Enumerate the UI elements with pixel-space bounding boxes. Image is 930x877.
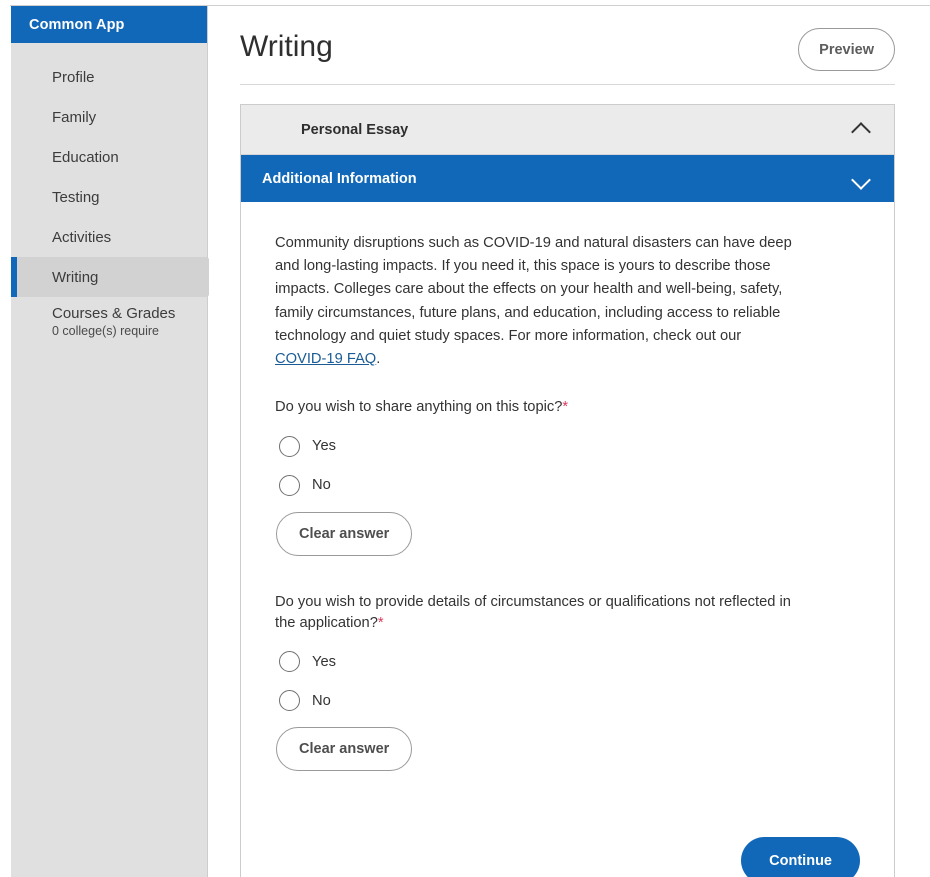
page-title: Writing	[240, 30, 333, 63]
radio-option-label: Yes	[312, 438, 336, 455]
question-label: Do you wish to share anything on this to…	[275, 397, 795, 418]
clear-answer-button[interactable]: Clear answer	[276, 511, 413, 556]
accordion-title-personal-essay: Personal Essay	[301, 121, 409, 138]
radio-circle-icon[interactable]	[279, 690, 300, 712]
required-marker: *	[377, 614, 384, 631]
question-text: Do you wish to share anything on this to…	[275, 399, 563, 416]
radio-option-yes[interactable]: Yes	[275, 427, 860, 466]
accordion-header-personal-essay[interactable]: Personal Essay	[241, 105, 894, 155]
app-window: Common App Profile Family Education Test…	[0, 0, 930, 877]
covid-19-faq-link[interactable]: COVID-19 FAQ	[275, 351, 376, 367]
accordion-header-additional-information[interactable]: Additional Information	[241, 155, 894, 202]
radio-option-no[interactable]: No	[275, 466, 860, 505]
radio-option-yes[interactable]: Yes	[275, 642, 860, 681]
accordion-body-additional-information: Community disruptions such as COVID-19 a…	[241, 202, 894, 877]
radio-option-label: No	[312, 692, 331, 709]
sidebar-item-label: Family	[52, 108, 97, 126]
question-block-additional-details: Do you wish to provide details of circum…	[275, 592, 860, 772]
continue-button[interactable]: Continue	[741, 837, 860, 877]
sidebar-item-label: Writing	[52, 268, 99, 286]
radio-option-label: Yes	[312, 653, 336, 670]
intro-text-part-1: Community disruptions such as COVID-19 a…	[275, 235, 792, 344]
question-block-share-topic: Do you wish to share anything on this to…	[275, 397, 860, 556]
accordion-title-additional-information: Additional Information	[262, 170, 417, 187]
intro-paragraph: Community disruptions such as COVID-19 a…	[275, 232, 792, 371]
sidebar-item-activities[interactable]: Activities	[11, 217, 207, 257]
sidebar-item-label: Education	[52, 148, 119, 166]
sidebar-item-label: Profile	[52, 68, 95, 86]
radio-option-label: No	[312, 477, 331, 494]
sidebar-item-courses-and-grades[interactable]: Courses & Grades 0 college(s) require	[11, 297, 207, 343]
chevron-down-icon	[852, 173, 872, 185]
sidebar-nav: Profile Family Education Testing Activit…	[11, 43, 229, 343]
intro-text-part-2: .	[376, 351, 381, 368]
window-top-strip-left-gap	[0, 0, 10, 6]
radio-circle-icon[interactable]	[279, 474, 300, 496]
radio-option-no[interactable]: No	[275, 681, 860, 720]
sidebar-item-education[interactable]: Education	[11, 137, 207, 177]
question-label: Do you wish to provide details of circum…	[275, 592, 795, 635]
required-marker: *	[562, 399, 569, 416]
sidebar-item-profile[interactable]: Profile	[11, 57, 207, 97]
sidebar-item-label: Testing	[52, 188, 100, 206]
radio-circle-icon[interactable]	[279, 651, 300, 673]
main-content: Writing Preview Personal Essay Additiona…	[209, 6, 930, 877]
sidebar-brand[interactable]: Common App	[11, 6, 207, 43]
form-footer: Continue	[275, 807, 860, 877]
page-header: Writing Preview	[240, 26, 895, 85]
sidebar-item-label: Courses & Grades	[52, 304, 176, 322]
chevron-up-icon	[852, 124, 872, 136]
sidebar-item-testing[interactable]: Testing	[11, 177, 207, 217]
radio-circle-icon[interactable]	[279, 435, 300, 457]
sidebar: Common App Profile Family Education Test…	[11, 6, 229, 877]
clear-answer-button[interactable]: Clear answer	[276, 727, 413, 772]
preview-button[interactable]: Preview	[798, 28, 895, 71]
writing-accordion-card: Personal Essay Additional Information Co…	[240, 104, 895, 877]
sidebar-item-family[interactable]: Family	[11, 97, 207, 137]
sidebar-item-writing[interactable]: Writing	[11, 257, 229, 297]
sidebar-item-sublabel: 0 college(s) require	[52, 323, 159, 338]
sidebar-item-label: Activities	[52, 228, 112, 246]
sidebar-brand-label: Common App	[29, 16, 125, 33]
question-text: Do you wish to provide details of circum…	[275, 593, 791, 631]
